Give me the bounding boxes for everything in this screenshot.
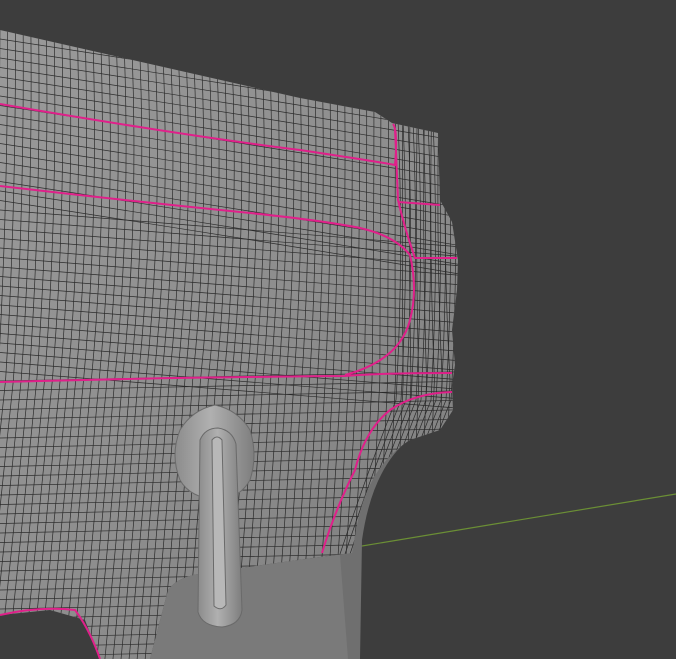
3d-viewport[interactable] (0, 0, 676, 659)
x-axis-line (349, 493, 676, 549)
viewport-canvas[interactable] (0, 0, 676, 659)
